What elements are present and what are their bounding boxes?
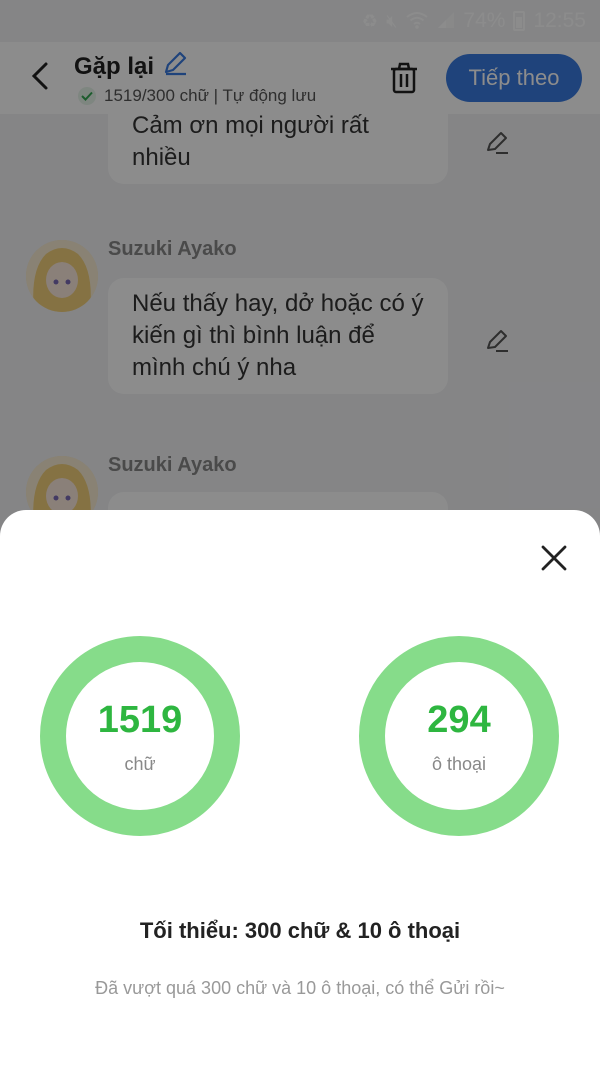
minimum-requirement: Tối thiểu: 300 chữ & 10 ô thoại bbox=[139, 918, 461, 943]
close-icon bbox=[541, 545, 567, 571]
dialog-count-ring: 294 ô thoại bbox=[359, 636, 559, 836]
dialog-count-value: 294 bbox=[427, 698, 491, 741]
dialog-count-unit: ô thoại bbox=[431, 753, 487, 774]
close-button[interactable] bbox=[536, 540, 572, 576]
word-count-unit: chữ bbox=[124, 753, 156, 774]
requirement-hint: Đã vượt quá 300 chữ và 10 ô thoại, có th… bbox=[95, 978, 505, 998]
word-count-value: 1519 bbox=[97, 698, 183, 741]
word-count-sheet: 1519 chữ 294 ô thoại Tối thiểu: 300 chữ … bbox=[0, 510, 600, 1067]
word-count-ring: 1519 chữ bbox=[40, 636, 240, 836]
